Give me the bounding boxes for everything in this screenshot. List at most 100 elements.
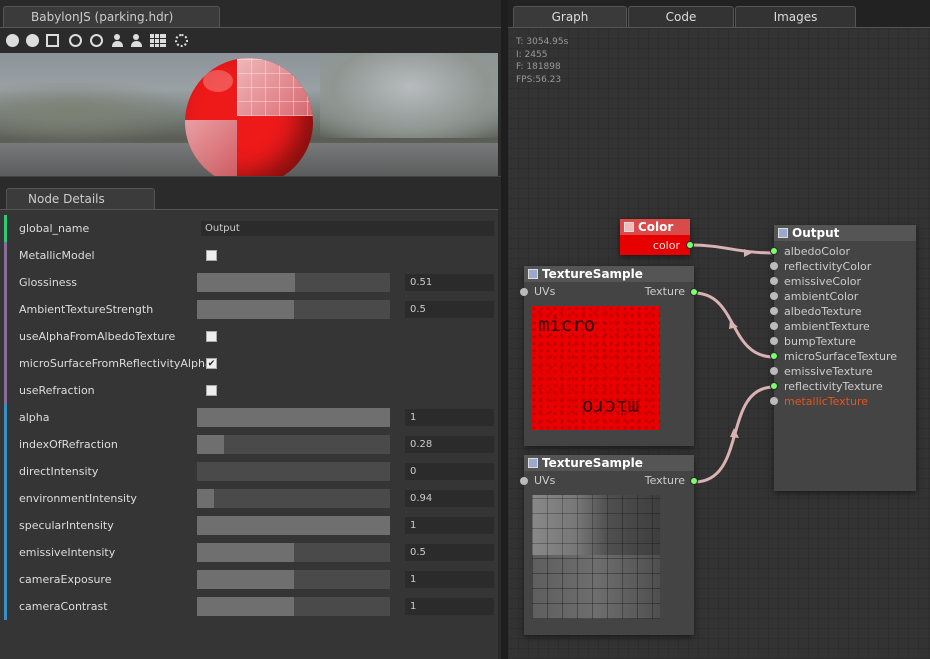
uvs-input-port[interactable] (520, 288, 528, 296)
property-slider[interactable] (197, 273, 390, 292)
node-collapse-icon[interactable] (778, 228, 788, 238)
circle-icon[interactable] (90, 34, 103, 47)
property-label: directIntensity (19, 465, 99, 478)
node-collapse-icon[interactable] (528, 269, 538, 279)
grid-icon[interactable] (150, 34, 166, 47)
output-input-label: bumpTexture (784, 335, 856, 348)
tab-graph[interactable]: Graph (513, 6, 627, 27)
tab-babylonjs[interactable]: BabylonJS (parking.hdr) (3, 6, 220, 27)
property-number-input[interactable]: 1 (405, 571, 494, 588)
color-node-header[interactable]: Color (620, 219, 690, 235)
left-panel: BabylonJS (parking.hdr) Node Details glo… (0, 0, 501, 659)
property-checkbox[interactable]: ✔ (206, 358, 217, 369)
property-slider[interactable] (197, 570, 390, 589)
output-input-port[interactable] (770, 262, 778, 270)
property-text-input[interactable]: Output (201, 221, 494, 236)
texture-sample-node[interactable]: TextureSample UVs Texture (520, 455, 698, 635)
globe-icon[interactable] (6, 34, 19, 47)
property-number-input[interactable]: 0 (405, 463, 494, 480)
property-label: alpha (19, 411, 50, 424)
circle-icon[interactable] (69, 34, 82, 47)
texture-node-title: TextureSample (542, 267, 643, 281)
property-number-input[interactable]: 1 (405, 517, 494, 534)
property-number-input[interactable]: 1 (405, 598, 494, 615)
material-preview[interactable] (0, 53, 498, 176)
graph-canvas[interactable]: T: 3054.95s I: 2455 F: 181898 FPS:56.23 … (508, 27, 930, 659)
tab-node-details[interactable]: Node Details (6, 188, 155, 209)
output-node[interactable]: Output albedoColor reflectivityColor emiss… (770, 225, 916, 491)
property-number-input[interactable]: 0.5 (405, 301, 494, 318)
property-slider[interactable] (197, 489, 390, 508)
person-icon[interactable] (111, 34, 124, 47)
output-input-port[interactable] (770, 292, 778, 300)
output-input-label: emissiveTexture (784, 365, 873, 378)
color-node[interactable]: Color color (620, 219, 694, 255)
output-input-port[interactable] (770, 277, 778, 285)
texture-output-port[interactable] (690, 477, 698, 485)
property-row-useAlphaFromAlbedoTexture: useAlphaFromAlbedoTexture (4, 323, 498, 350)
output-input-port[interactable] (770, 382, 778, 390)
property-slider[interactable] (197, 516, 390, 535)
property-category-bar (4, 350, 7, 377)
slider-fill (197, 273, 295, 292)
property-label: cameraExposure (19, 573, 112, 586)
property-slider[interactable] (197, 408, 390, 427)
output-input-label: ambientTexture (784, 320, 870, 333)
sphere-highlight (203, 70, 233, 92)
property-category-bar (4, 593, 7, 620)
uvs-input-port[interactable] (520, 477, 528, 485)
output-node-header[interactable]: Output (774, 225, 916, 241)
texture-sample-node[interactable]: TextureSample UVs Texture micro micro (520, 266, 698, 446)
tab-code[interactable]: Code (628, 6, 734, 27)
property-row-cameraContrast: cameraContrast 1 (4, 593, 498, 620)
property-number-input[interactable]: 1 (405, 409, 494, 426)
property-row-global_name: global_name Output (4, 215, 498, 242)
property-slider[interactable] (197, 543, 390, 562)
property-number-input[interactable]: 0.28 (405, 436, 494, 453)
property-checkbox[interactable] (206, 331, 217, 342)
node-collapse-icon[interactable] (624, 222, 634, 232)
cube-icon[interactable] (46, 34, 59, 47)
property-checkbox[interactable] (206, 385, 217, 396)
property-label: useAlphaFromAlbedoTexture (19, 330, 176, 343)
output-input-port[interactable] (770, 352, 778, 360)
output-input-port[interactable] (770, 367, 778, 375)
panel-divider[interactable] (501, 0, 508, 659)
property-number-input[interactable]: 0.51 (405, 274, 494, 291)
output-input-port[interactable] (770, 337, 778, 345)
property-number-input[interactable]: 0.5 (405, 544, 494, 561)
tab-images[interactable]: Images (735, 6, 856, 27)
property-row-indexOfRefraction: indexOfRefraction 0.28 (4, 431, 498, 458)
texture-output-port[interactable] (690, 288, 698, 296)
property-checkbox[interactable] (206, 250, 217, 261)
property-category-bar (4, 539, 7, 566)
property-category-bar (4, 485, 7, 512)
property-slider[interactable] (197, 597, 390, 616)
texture-node-header[interactable]: TextureSample (524, 266, 694, 282)
property-number-input[interactable]: 0.94 (405, 490, 494, 507)
output-input-label: emissiveColor (784, 275, 862, 288)
color-output-port[interactable] (686, 241, 694, 249)
person-icon[interactable] (130, 34, 143, 47)
node-collapse-icon[interactable] (528, 458, 538, 468)
property-slider[interactable] (197, 435, 390, 454)
preview-background (320, 53, 498, 138)
spinner-icon[interactable] (175, 34, 188, 47)
property-slider[interactable] (197, 300, 390, 319)
texture-node-header[interactable]: TextureSample (524, 455, 694, 471)
property-label: cameraContrast (19, 600, 108, 613)
property-slider[interactable] (197, 462, 390, 481)
property-label: specularIntensity (19, 519, 114, 532)
slider-fill (197, 489, 214, 508)
property-category-bar (4, 458, 7, 485)
property-label: environmentIntensity (19, 492, 137, 505)
globe-icon[interactable] (26, 34, 39, 47)
output-input-label: albedoTexture (784, 305, 862, 318)
output-input-port[interactable] (770, 397, 778, 405)
output-input-label: albedoColor (784, 245, 850, 258)
uvs-input-label: UVs (534, 474, 556, 487)
output-input-port[interactable] (770, 247, 778, 255)
output-input-port[interactable] (770, 307, 778, 315)
property-label: useRefraction (19, 384, 95, 397)
output-input-port[interactable] (770, 322, 778, 330)
